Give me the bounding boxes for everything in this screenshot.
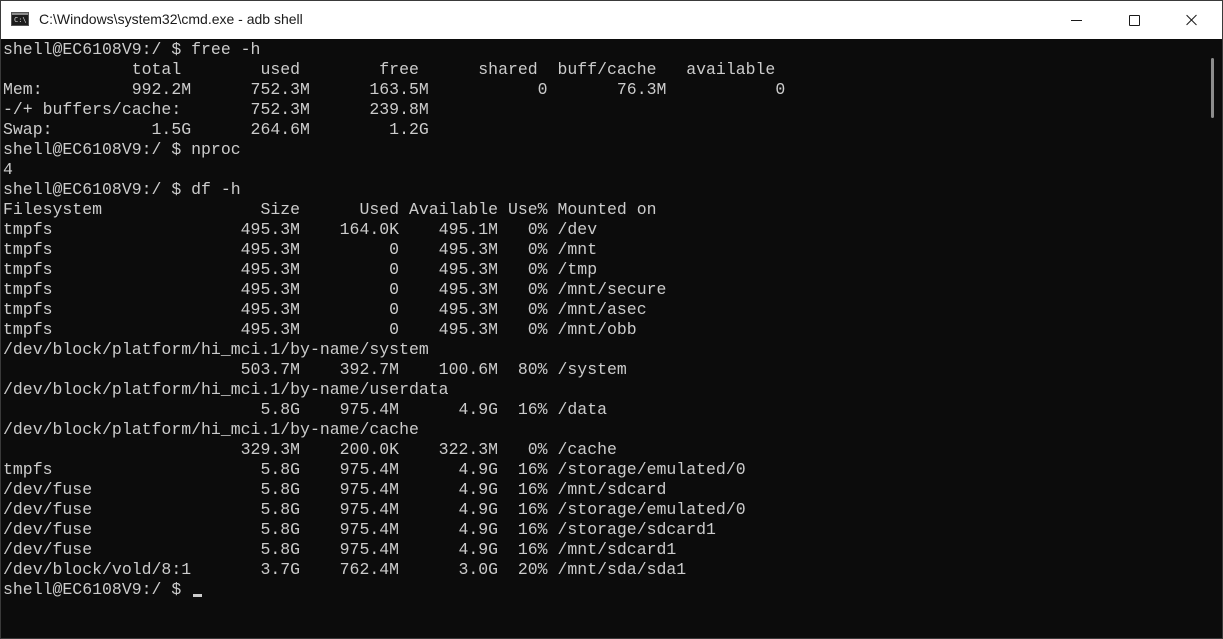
console-line: /dev/fuse 5.8G 975.4M 4.9G 16% /storage/… xyxy=(3,520,716,539)
console-line: shell@EC6108V9:/ $ free -h xyxy=(3,40,261,59)
maximize-icon xyxy=(1128,14,1140,26)
vertical-scrollbar[interactable] xyxy=(1204,40,1220,638)
title-bar[interactable]: C:\ C:\Windows\system32\cmd.exe - adb sh… xyxy=(1,1,1222,39)
console-line: /dev/block/platform/hi_mci.1/by-name/sys… xyxy=(3,340,429,359)
cmd-window: C:\ C:\Windows\system32\cmd.exe - adb sh… xyxy=(0,0,1223,639)
console-line: total used free shared buff/cache availa… xyxy=(3,60,776,79)
cmd-icon: C:\ xyxy=(11,12,29,26)
console-line: shell@EC6108V9:/ $ nproc xyxy=(3,140,241,159)
console-line: /dev/block/vold/8:1 3.7G 762.4M 3.0G 20%… xyxy=(3,560,687,579)
console-line: tmpfs 5.8G 975.4M 4.9G 16% /storage/emul… xyxy=(3,460,746,479)
console-line: Swap: 1.5G 264.6M 1.2G xyxy=(3,120,429,139)
text-cursor xyxy=(193,594,203,597)
console-line: 503.7M 392.7M 100.6M 80% /system xyxy=(3,360,627,379)
console-line: tmpfs 495.3M 0 495.3M 0% /mnt/asec xyxy=(3,300,647,319)
console-line: tmpfs 495.3M 164.0K 495.1M 0% /dev xyxy=(3,220,598,239)
close-button[interactable] xyxy=(1163,1,1221,39)
console-line: shell@EC6108V9:/ $ df -h xyxy=(3,180,241,199)
console-line: tmpfs 495.3M 0 495.3M 0% /mnt xyxy=(3,240,598,259)
console-line: Mem: 992.2M 752.3M 163.5M 0 76.3M 0 xyxy=(3,80,786,99)
console-line: -/+ buffers/cache: 752.3M 239.8M xyxy=(3,100,429,119)
scrollbar-thumb[interactable] xyxy=(1211,58,1214,118)
cmd-icon-label: C:\ xyxy=(14,16,27,24)
console-line: 4 xyxy=(3,160,13,179)
console-line: 329.3M 200.0K 322.3M 0% /cache xyxy=(3,440,617,459)
console-line: tmpfs 495.3M 0 495.3M 0% /mnt/obb xyxy=(3,320,637,339)
minimize-icon xyxy=(1070,19,1082,21)
console-line: tmpfs 495.3M 0 495.3M 0% /mnt/secure xyxy=(3,280,667,299)
close-icon xyxy=(1186,14,1198,26)
window-title: C:\Windows\system32\cmd.exe - adb shell xyxy=(39,11,303,27)
console-output[interactable]: shell@EC6108V9:/ $ free -h total used fr… xyxy=(3,40,1201,638)
console-line: /dev/fuse 5.8G 975.4M 4.9G 16% /storage/… xyxy=(3,500,746,519)
console-line: tmpfs 495.3M 0 495.3M 0% /tmp xyxy=(3,260,598,279)
console-line: /dev/block/platform/hi_mci.1/by-name/use… xyxy=(3,380,449,399)
console-line: /dev/block/platform/hi_mci.1/by-name/cac… xyxy=(3,420,419,439)
maximize-button[interactable] xyxy=(1105,1,1163,39)
minimize-button[interactable] xyxy=(1047,1,1105,39)
console-line: /dev/fuse 5.8G 975.4M 4.9G 16% /mnt/sdca… xyxy=(3,540,677,559)
prompt-line[interactable]: shell@EC6108V9:/ $ xyxy=(3,580,1201,600)
console-line: 5.8G 975.4M 4.9G 16% /data xyxy=(3,400,607,419)
console-line: /dev/fuse 5.8G 975.4M 4.9G 16% /mnt/sdca… xyxy=(3,480,667,499)
console-line: Filesystem Size Used Available Use% Moun… xyxy=(3,200,657,219)
shell-prompt: shell@EC6108V9:/ $ xyxy=(3,580,192,599)
